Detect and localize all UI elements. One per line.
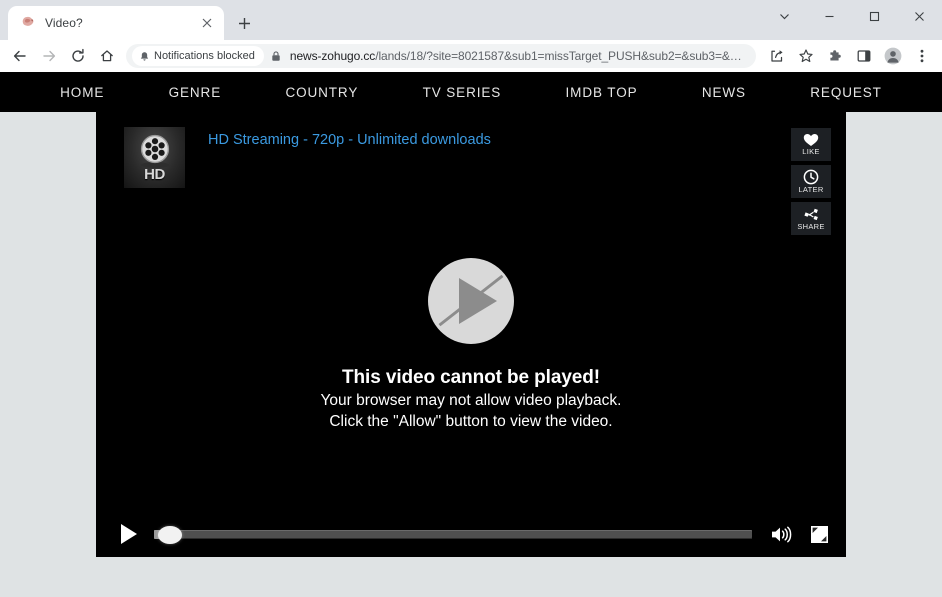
- nav-item-imdb-top[interactable]: IMDB TOP: [566, 85, 638, 100]
- new-tab-button[interactable]: [230, 9, 258, 37]
- address-bar[interactable]: Notifications blocked news-zohugo.cc/lan…: [126, 44, 756, 68]
- window-controls: [762, 0, 942, 40]
- nav-item-request[interactable]: REQUEST: [810, 85, 882, 100]
- minimize-icon[interactable]: [807, 0, 852, 32]
- overlay-heading: This video cannot be played!: [342, 367, 600, 388]
- bookmark-star-icon[interactable]: [792, 42, 820, 70]
- url-text[interactable]: news-zohugo.cc/lands/18/?site=8021587&su…: [290, 49, 752, 63]
- url-host: news-zohugo.cc: [289, 49, 376, 63]
- reload-icon[interactable]: [64, 42, 92, 70]
- fullscreen-button[interactable]: [804, 519, 834, 549]
- progress-slider[interactable]: [154, 519, 752, 549]
- progress-track: [154, 530, 752, 539]
- volume-button[interactable]: [766, 519, 796, 549]
- like-label: LIKE: [802, 147, 820, 157]
- share-icon[interactable]: [763, 42, 791, 70]
- volume-icon: [770, 525, 792, 544]
- browser-toolbar: Notifications blocked news-zohugo.cc/lan…: [0, 40, 942, 72]
- browser-tab[interactable]: Video?: [8, 6, 224, 40]
- play-icon: [120, 524, 137, 544]
- like-button[interactable]: LIKE: [791, 128, 831, 161]
- page-viewport: HOME GENRE COUNTRY TV SERIES IMDB TOP NE…: [0, 72, 942, 597]
- close-window-icon[interactable]: [897, 0, 942, 32]
- player-side-actions: LIKE LATER SHARE: [791, 128, 831, 235]
- browser-window: Video? Notifications blocked news-zohugo…: [0, 0, 942, 597]
- nav-item-tv-series[interactable]: TV SERIES: [423, 85, 502, 100]
- extensions-puzzle-icon[interactable]: [821, 42, 849, 70]
- video-title-link[interactable]: HD Streaming - 720p - Unlimited download…: [208, 132, 491, 148]
- film-reel-icon: HD: [124, 127, 185, 188]
- home-icon[interactable]: [93, 42, 121, 70]
- profile-avatar-icon[interactable]: [879, 42, 907, 70]
- clock-icon: [803, 169, 819, 185]
- overlay-line-2: Your browser may not allow video playbac…: [320, 392, 622, 409]
- tab-strip: Video?: [0, 0, 942, 40]
- three-dot-menu-icon[interactable]: [908, 42, 936, 70]
- progress-handle[interactable]: [157, 526, 182, 544]
- nav-item-news[interactable]: NEWS: [702, 85, 746, 100]
- share-label: SHARE: [797, 221, 825, 231]
- video-player[interactable]: HD HD Streaming - 720p - Unlimited downl…: [96, 112, 846, 557]
- notifications-blocked-label: Notifications blocked: [154, 50, 255, 62]
- share-button[interactable]: SHARE: [791, 202, 831, 235]
- playback-blocked-overlay: This video cannot be played! Your browse…: [96, 258, 846, 431]
- tab-title: Video?: [45, 16, 83, 30]
- padlock-icon[interactable]: [270, 50, 284, 62]
- fullscreen-icon: [810, 525, 829, 544]
- later-button[interactable]: LATER: [791, 165, 831, 198]
- page-body: HD HD Streaming - 720p - Unlimited downl…: [0, 112, 942, 597]
- side-panel-icon[interactable]: [850, 42, 878, 70]
- notifications-blocked-chip[interactable]: Notifications blocked: [132, 46, 264, 66]
- player-controls: [96, 511, 846, 557]
- share-nodes-icon: [803, 207, 819, 222]
- forward-icon[interactable]: [35, 42, 63, 70]
- nav-item-home[interactable]: HOME: [60, 85, 104, 100]
- site-favicon: [20, 14, 36, 30]
- nav-item-country[interactable]: COUNTRY: [285, 85, 358, 100]
- play-button[interactable]: [112, 519, 142, 549]
- tab-close-icon[interactable]: [198, 14, 216, 32]
- bell-icon: [139, 51, 150, 62]
- toolbar-right-actions: [763, 42, 936, 70]
- overlay-line-3: Click the "Allow" button to view the vid…: [329, 413, 613, 430]
- hd-badge-label: HD: [144, 166, 165, 183]
- site-navigation: HOME GENRE COUNTRY TV SERIES IMDB TOP NE…: [0, 72, 942, 112]
- player-header: HD HD Streaming - 720p - Unlimited downl…: [96, 112, 846, 208]
- back-icon[interactable]: [6, 42, 34, 70]
- nav-item-genre[interactable]: GENRE: [169, 85, 222, 100]
- heart-icon: [803, 133, 819, 147]
- tab-search-chevron-down-icon[interactable]: [762, 0, 807, 32]
- later-label: LATER: [798, 185, 824, 195]
- play-blocked-icon[interactable]: [428, 258, 514, 344]
- url-path: /lands/18/?site=8021587&sub1=missTarget_…: [375, 49, 742, 63]
- maximize-icon[interactable]: [852, 0, 897, 32]
